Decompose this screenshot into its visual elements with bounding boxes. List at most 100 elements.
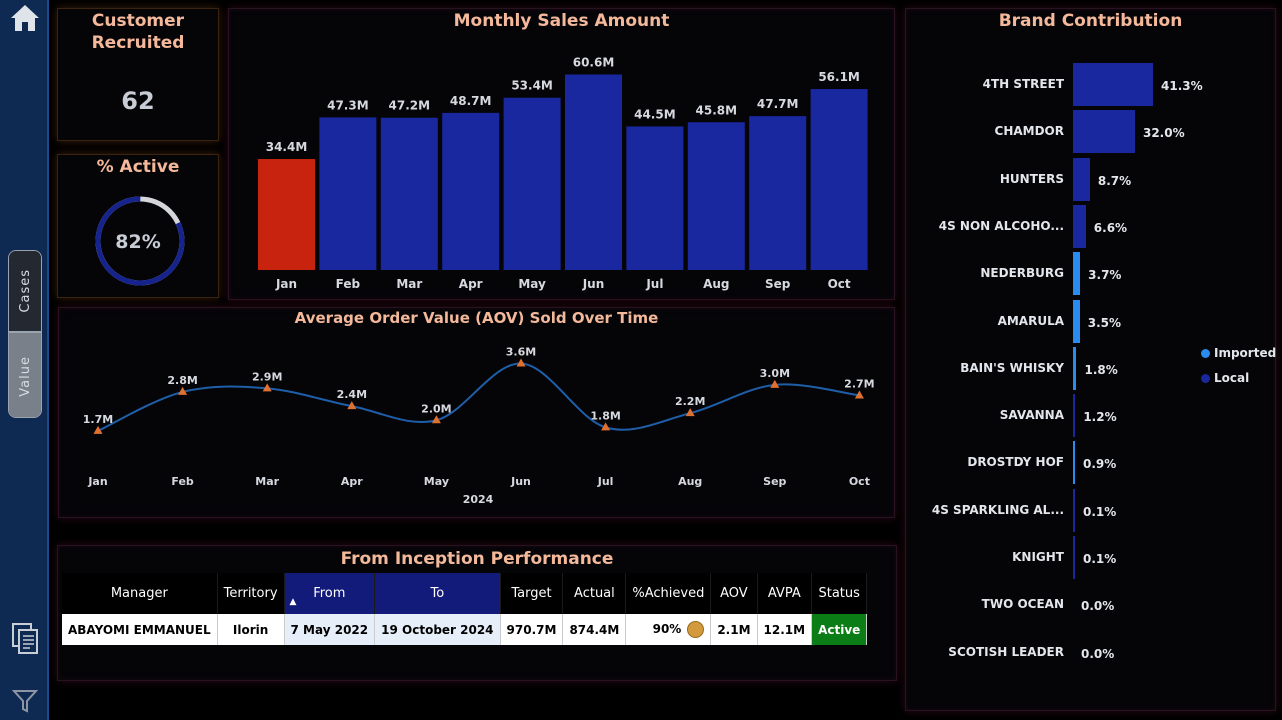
sales-bar-apr[interactable]: [442, 112, 500, 270]
brand-bar[interactable]: [1073, 63, 1153, 106]
aov-x-tick: May: [424, 475, 449, 488]
aov-point-label: 2.8M: [167, 374, 197, 387]
cell-achieved: 90%: [625, 614, 712, 645]
table-row[interactable]: ABAYOMI EMMANUEL Ilorin 7 May 2022 19 Oc…: [62, 614, 868, 645]
legend-imported-dot: [1201, 348, 1210, 358]
sales-x-tick: Feb: [336, 277, 361, 291]
brand-bar[interactable]: [1073, 536, 1075, 579]
col-achieved[interactable]: %Achieved: [625, 573, 712, 614]
nav-rail: Cases Value: [0, 0, 49, 720]
aov-point-marker[interactable]: [516, 358, 526, 367]
col-avpa[interactable]: AVPA: [757, 573, 813, 614]
toggle-value-label: Value: [17, 355, 33, 397]
aov-x-tick: Apr: [341, 475, 363, 488]
brand-value-label: 32.0%: [1142, 126, 1185, 141]
cell-avpa: 12.1M: [757, 614, 813, 645]
brand-value-label: 0.0%: [1081, 599, 1115, 614]
brand-bar[interactable]: [1073, 299, 1080, 343]
active-value: 82%: [115, 231, 161, 253]
brand-value-label: 0.9%: [1083, 457, 1117, 472]
brand-bar[interactable]: [1073, 110, 1135, 154]
monthly-sales-card: Monthly Sales Amount 34.4M Jan 47.3M Feb 47.…: [228, 8, 895, 300]
legend-imported-label: Imported: [1214, 346, 1277, 360]
sales-bar-jul[interactable]: [626, 126, 684, 270]
aov-x-tick: Jun: [510, 475, 531, 488]
legend-local-label: Local: [1214, 371, 1250, 385]
col-aov[interactable]: AOV: [710, 573, 758, 614]
brand-bar[interactable]: [1073, 346, 1077, 390]
col-actual[interactable]: Actual: [562, 573, 627, 614]
cell-aov: 2.1M: [710, 614, 758, 645]
sales-bar-feb[interactable]: [319, 117, 377, 270]
aov-point-label: 3.6M: [506, 346, 536, 359]
brand-label: CHAMDOR: [994, 124, 1064, 139]
sales-x-tick: May: [518, 277, 546, 291]
brand-title: Brand Contribution: [998, 11, 1183, 31]
brand-contribution-card: Brand Contribution Imported Local 4TH ST…: [905, 8, 1276, 711]
sales-bar-aug[interactable]: [687, 122, 745, 271]
brand-label: 4S SPARKLING AL...: [931, 502, 1064, 517]
brand-bar[interactable]: [1073, 394, 1076, 438]
aov-point-label: 2.0M: [421, 402, 451, 415]
col-manager[interactable]: Manager: [62, 573, 218, 614]
customer-recruited-title-2: Recruited: [91, 33, 185, 53]
customer-recruited-card: Customer Recruited 62: [57, 8, 219, 141]
sales-x-tick: Oct: [828, 277, 851, 291]
col-status[interactable]: Status: [811, 573, 868, 614]
brand-value-label: 8.7%: [1097, 173, 1132, 188]
documents-button[interactable]: [10, 622, 40, 656]
aov-point-label: 3.0M: [760, 367, 790, 380]
aov-point-label: 2.9M: [252, 370, 282, 383]
sales-bar-label: 44.5M: [634, 107, 676, 121]
col-to[interactable]: To: [374, 573, 501, 614]
sales-bar-label: 60.6M: [573, 56, 615, 70]
brand-label: SAVANNA: [999, 408, 1064, 423]
aov-card: Average Order Value (AOV) Sold Over Time…: [58, 307, 895, 518]
sales-bar-label: 45.8M: [696, 103, 738, 117]
brand-label: TWO OCEAN: [981, 597, 1064, 612]
sales-bar-sep[interactable]: [749, 116, 807, 271]
aov-point-label: 2.4M: [337, 388, 367, 401]
brand-bar[interactable]: [1073, 252, 1081, 296]
cell-manager: ABAYOMI EMMANUEL: [62, 614, 218, 645]
sales-bar-mar[interactable]: [380, 117, 438, 270]
legend-imported[interactable]: Imported: [1201, 346, 1276, 360]
col-target[interactable]: Target: [500, 573, 564, 614]
aov-x-axis-label: 2024: [463, 493, 494, 506]
sales-bar-oct[interactable]: [810, 89, 868, 270]
brand-label: NEDERBURG: [980, 266, 1064, 281]
active-title: % Active: [96, 157, 180, 177]
sales-x-tick: Mar: [396, 277, 422, 291]
sales-bar-label: 48.7M: [450, 94, 492, 108]
filter-button[interactable]: [11, 688, 39, 714]
aov-x-tick: Jan: [87, 475, 107, 488]
toggle-value[interactable]: Value: [9, 333, 41, 417]
sales-x-tick: Apr: [459, 277, 483, 291]
sales-bar-label: 47.3M: [327, 98, 369, 112]
sales-bar-jan[interactable]: [258, 159, 315, 270]
sales-bar-label: 56.1M: [818, 70, 860, 84]
brand-bar[interactable]: [1073, 488, 1075, 532]
col-territory[interactable]: Territory: [217, 573, 285, 614]
aov-x-tick: Jul: [597, 475, 614, 488]
toggle-cases-label: Cases: [17, 269, 33, 313]
col-from[interactable]: ▲ From: [284, 573, 376, 614]
brand-label: 4S NON ALCOHO...: [938, 218, 1064, 233]
toggle-cases[interactable]: Cases: [9, 251, 41, 331]
brand-bar[interactable]: [1073, 441, 1075, 485]
filter-icon: [11, 690, 39, 713]
home-button[interactable]: [8, 3, 42, 33]
legend-local[interactable]: Local: [1201, 371, 1249, 385]
brand-value-label: 0.0%: [1081, 646, 1115, 661]
brand-bar[interactable]: [1073, 157, 1090, 201]
brand-value-label: 0.1%: [1083, 504, 1117, 519]
brand-value-label: 1.2%: [1083, 410, 1117, 425]
measure-toggle[interactable]: Cases Value: [8, 250, 42, 418]
brand-bar[interactable]: [1073, 204, 1086, 248]
brand-label: AMARULA: [997, 313, 1064, 328]
brand-value-label: 3.5%: [1087, 315, 1122, 330]
aov-x-tick: Mar: [255, 475, 279, 488]
sales-bar-may[interactable]: [503, 97, 561, 270]
aov-x-tick: Sep: [763, 475, 786, 488]
sales-bar-jun[interactable]: [565, 74, 622, 270]
